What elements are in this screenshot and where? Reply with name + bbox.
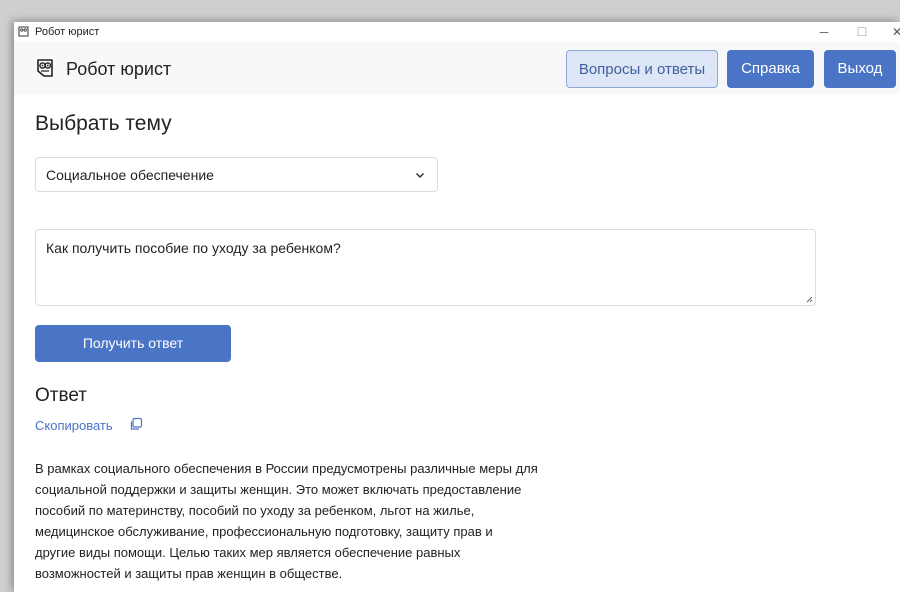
maximize-button[interactable]: ☐ <box>847 22 877 42</box>
answer-line: пособий по материнству, пособий по уходу… <box>35 503 475 518</box>
answer-line: возможностей и защиты прав женщин в обще… <box>35 566 343 581</box>
exit-button[interactable]: Выход <box>824 50 896 88</box>
copy-icon[interactable] <box>129 417 143 431</box>
get-answer-button[interactable]: Получить ответ <box>35 325 231 362</box>
resize-grip-icon[interactable] <box>805 295 813 303</box>
owl-icon <box>18 26 29 37</box>
answer-line: В рамках социального обеспечения в Росси… <box>35 461 538 476</box>
answer-line: другие виды помощи. Целью таких мер явля… <box>35 545 461 560</box>
answer-line: социальной поддержки и защиты женщин. Эт… <box>35 482 522 497</box>
close-button[interactable]: ✕ <box>882 22 900 42</box>
help-button[interactable]: Справка <box>727 50 814 88</box>
app-brand: Робот юрист <box>66 59 172 79</box>
question-text: Как получить пособие по уходу за ребенко… <box>46 240 341 256</box>
owl-icon <box>37 59 53 77</box>
topic-select-value: Социальное обеспечение <box>46 167 214 183</box>
minimize-button[interactable]: ─ <box>809 22 839 42</box>
window-title: Робот юрист <box>35 26 100 38</box>
app-window: Робот юрист ─ ☐ ✕ Робот юрист Вопросы и … <box>14 22 900 592</box>
topic-select[interactable]: Социальное обеспечение <box>35 157 438 192</box>
faq-button[interactable]: Вопросы и ответы <box>566 50 718 88</box>
topic-heading: Выбрать тему <box>35 112 172 135</box>
answer-line: медицинское обслуживание, профессиональн… <box>35 524 493 539</box>
app-header: Робот юрист Вопросы и ответы Справка Вых… <box>14 42 900 94</box>
question-input[interactable]: Как получить пособие по уходу за ребенко… <box>35 229 816 306</box>
copy-link[interactable]: Скопировать <box>35 418 113 433</box>
answer-text: В рамках социального обеспечения в Росси… <box>35 458 615 584</box>
answer-heading: Ответ <box>35 385 87 406</box>
title-bar: Робот юрист ─ ☐ ✕ <box>14 22 900 42</box>
chevron-down-icon <box>415 172 425 179</box>
